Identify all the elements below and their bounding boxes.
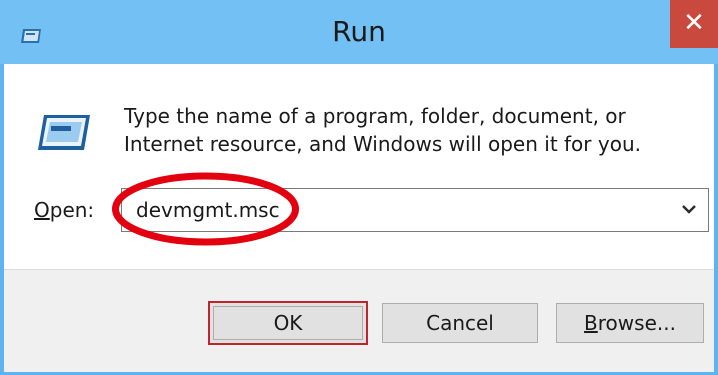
close-button[interactable]: ✕ — [670, 0, 718, 48]
dialog-description: Type the name of a program, folder, docu… — [124, 104, 641, 156]
open-label-text: pen: — [49, 198, 95, 222]
close-icon: ✕ — [683, 8, 705, 38]
dialog-footer: OK Cancel Browse... — [4, 269, 714, 372]
open-label-accelerator: O — [34, 198, 50, 222]
open-combobox[interactable] — [121, 188, 709, 232]
ok-button[interactable]: OK — [208, 301, 368, 345]
cancel-button[interactable]: Cancel — [382, 303, 538, 343]
run-dialog: Run ✕ Type the name of a program, folder… — [0, 0, 718, 375]
title-bar[interactable]: Run ✕ — [0, 0, 718, 64]
ok-button-focus-rect — [213, 306, 363, 340]
browse-button[interactable]: Browse... — [556, 303, 704, 343]
browse-button-accelerator: B — [584, 311, 598, 335]
run-icon — [38, 115, 90, 150]
cancel-button-label: Cancel — [426, 311, 494, 335]
open-label: Open: — [34, 198, 94, 222]
open-input[interactable] — [122, 189, 662, 231]
window-title: Run — [332, 15, 386, 48]
browse-button-label: rowse... — [597, 311, 676, 335]
chevron-down-icon[interactable] — [678, 198, 700, 220]
